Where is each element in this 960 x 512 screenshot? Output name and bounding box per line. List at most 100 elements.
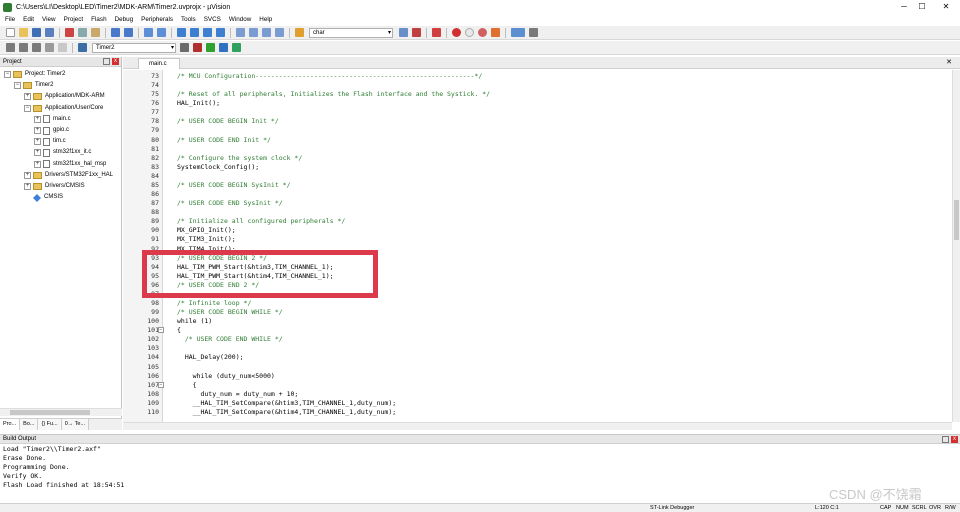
expand-icon[interactable]: + [34,115,41,123]
breakpoint-icon[interactable] [452,28,461,37]
bookmark-icon[interactable] [177,28,186,37]
code-line[interactable]: /* USER CODE END WHILE */ [177,335,283,344]
window-layout-icon[interactable] [511,28,525,37]
code-line[interactable]: /* Initialize all configured peripherals… [177,217,345,226]
close-panel-icon[interactable]: x [951,436,958,443]
scroll-thumb[interactable] [954,200,959,240]
tree-item[interactable]: + Application/MDK-ARM [24,91,105,102]
tab-templates[interactable]: 0→ Te... [61,419,90,430]
code-line[interactable]: { [177,326,181,335]
code-line[interactable]: HAL_Init(); [177,99,220,108]
maximize-button[interactable]: ☐ [912,0,932,14]
pin-icon[interactable] [942,436,949,443]
project-tree-hscroll[interactable] [0,408,122,416]
fold-toggle-icon[interactable]: − [158,327,164,334]
new-file-icon[interactable] [6,28,15,37]
chevron-down-icon[interactable]: ▾ [171,44,174,52]
close-panel-icon[interactable]: x [112,58,119,65]
expand-icon[interactable]: + [24,171,31,179]
tree-item[interactable]: + gpio.c [34,125,69,136]
manage-components-icon[interactable] [206,43,215,52]
chevron-down-icon[interactable]: ▾ [388,29,391,37]
tab-books[interactable]: Bo... [20,419,39,430]
open-file-icon[interactable] [19,28,28,37]
tree-item[interactable]: CMSIS [24,192,63,203]
expand-icon[interactable]: + [34,138,41,146]
code-line[interactable]: __HAL_TIM_SetCompare(&htim4,TIM_CHANNEL_… [177,408,397,417]
menu-svcs[interactable]: SVCS [204,16,221,23]
code-line[interactable]: duty_num = duty_num + 10; [177,390,298,399]
save-icon[interactable] [32,28,41,37]
zoom-icon[interactable] [432,28,441,37]
debug-icon[interactable] [491,28,500,37]
batch-build-icon[interactable] [45,43,54,52]
code-editor[interactable]: 73 74 75 76 77 78 79 80 81 82 83 84 85 86 87 88 89 90 91 92… [123,70,952,422]
code-line[interactable]: while (1) [177,317,212,326]
tab-main-c[interactable]: main.c [138,58,180,69]
expand-icon[interactable]: + [34,149,41,157]
pin-icon[interactable] [103,58,110,65]
navigate-back-icon[interactable] [144,28,153,37]
close-window-button[interactable]: ✕ [936,0,956,14]
tree-item[interactable]: + main.c [34,114,71,125]
collapse-icon[interactable]: − [14,82,21,90]
stop-build-icon[interactable] [58,43,67,52]
unindent-icon[interactable] [249,28,258,37]
editor-vscroll[interactable] [952,70,960,422]
menu-edit[interactable]: Edit [23,16,34,23]
code-line[interactable]: /* USER CODE END Init */ [177,136,271,145]
collapse-icon[interactable]: − [24,104,31,112]
build-icon[interactable] [19,43,28,52]
file-extensions-icon[interactable] [193,43,202,52]
incremental-find-icon[interactable] [412,28,421,37]
minimize-button[interactable]: ─ [894,0,914,14]
find-in-files-icon[interactable] [295,28,304,37]
menu-peripherals[interactable]: Peripherals [141,16,173,23]
translate-icon[interactable] [6,43,15,52]
code-line[interactable]: while (duty_num<5000) [177,372,275,381]
rebuild-icon[interactable] [32,43,41,52]
select-packs-icon[interactable] [219,43,228,52]
disable-breakpoint-icon[interactable] [465,28,474,37]
tab-project[interactable]: Pro... [0,419,21,430]
collapse-icon[interactable]: − [4,71,11,78]
tab-functions[interactable]: {} Fu... [38,419,62,430]
close-tab-icon[interactable]: ✕ [946,58,952,66]
menu-window[interactable]: Window [229,16,251,23]
download-icon[interactable] [78,43,87,52]
indent-icon[interactable] [236,28,245,37]
copy-icon[interactable] [78,28,87,37]
code-line[interactable]: /* MCU Configuration--------------------… [177,72,482,81]
code-line[interactable]: MX_TIM3_Init(); [177,235,236,244]
tree-item[interactable]: + tim.c [34,136,66,147]
code-line[interactable]: /* USER CODE BEGIN SysInit */ [177,181,291,190]
code-line[interactable]: /* USER CODE END SysInit */ [177,199,283,208]
code-line[interactable]: HAL_Delay(200); [177,353,244,362]
code-line[interactable]: __HAL_TIM_SetCompare(&htim3,TIM_CHANNEL_… [177,399,397,408]
cut-icon[interactable] [65,28,74,37]
tree-item[interactable]: + Drivers/CMSIS [24,181,85,192]
menu-tools[interactable]: Tools [181,16,196,23]
code-line[interactable]: /* Reset of all peripherals, Initializes… [177,90,490,99]
pack-installer-icon[interactable] [232,43,241,52]
find-icon[interactable] [399,28,408,37]
menu-flash[interactable]: Flash [91,16,106,23]
undo-icon[interactable] [111,28,120,37]
code-line[interactable]: { [177,381,197,390]
clear-bookmarks-icon[interactable] [216,28,225,37]
comment-icon[interactable] [262,28,271,37]
expand-icon[interactable]: + [34,160,41,168]
menu-view[interactable]: View [42,16,56,23]
navigate-forward-icon[interactable] [157,28,166,37]
save-all-icon[interactable] [45,28,54,37]
menu-file[interactable]: File [5,16,15,23]
expand-icon[interactable]: + [34,127,41,134]
tree-item[interactable]: − Timer2 [14,80,53,91]
menu-project[interactable]: Project [64,16,84,23]
target-select[interactable]: Timer2 ▾ [92,42,176,53]
redo-icon[interactable] [124,28,133,37]
fold-toggle-icon[interactable]: − [158,381,164,388]
editor-hscroll[interactable] [123,422,952,430]
tree-item[interactable]: + stm32f1xx_it.c [34,147,91,158]
tree-item[interactable]: + stm32f1xx_hal_msp [34,159,106,170]
